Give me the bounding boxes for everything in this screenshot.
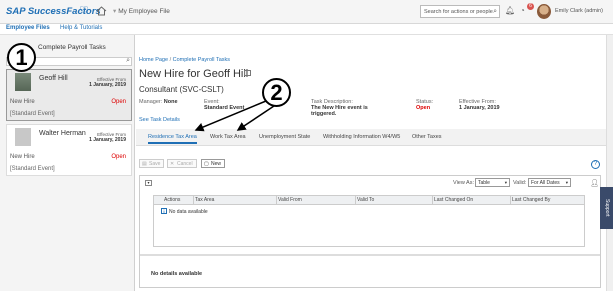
user-name-label: Emily Clark (admin): [555, 8, 603, 14]
manager-field: Manager: None: [139, 99, 178, 105]
column-valid-to[interactable]: Valid To: [357, 197, 374, 203]
user-name-menu[interactable]: Emily Clark (admin): [555, 8, 603, 14]
chevron-down-icon: ▾: [565, 180, 568, 185]
breadcrumb-home-link[interactable]: Home Page: [139, 57, 168, 63]
new-button-label: New: [211, 161, 222, 167]
notification-badge: 6: [527, 3, 534, 10]
heart-icon[interactable]: ♡: [79, 4, 91, 18]
personalize-icon[interactable]: 👤︎: [590, 179, 599, 187]
tax-area-panel: ▾ View As: Table ▾ Valid: For All Dates ▾ …: [139, 175, 601, 288]
nav-employee-files[interactable]: Employee Files: [6, 25, 50, 31]
global-search-input[interactable]: Search for actions or people ⌕: [420, 5, 500, 18]
task-description-line2: triggered.: [311, 111, 337, 117]
home-icon[interactable]: [96, 6, 107, 16]
nav-help-tutorials[interactable]: Help & Tutorials: [60, 25, 102, 31]
effective-from-value: 1 January, 2019: [459, 105, 500, 111]
card-view-icon[interactable]: [244, 70, 251, 76]
search-icon[interactable]: ⌕: [126, 57, 130, 65]
valid-value: For All Dates: [531, 180, 560, 186]
employee-photo: [15, 73, 31, 91]
tax-area-grid: Actions Tax Area Valid From Valid To Las…: [153, 195, 585, 247]
info-icon: i: [161, 208, 167, 214]
page-title: New Hire for Geoff Hill: [139, 68, 249, 80]
view-as-label: View As:: [453, 180, 474, 186]
no-data-text: No data available: [169, 209, 208, 215]
task-status: Open: [111, 154, 126, 160]
help-icon[interactable]: ?: [591, 160, 600, 169]
new-button[interactable]: ▢ New: [201, 159, 226, 168]
tab-other-taxes[interactable]: Other Taxes: [412, 134, 442, 140]
task-list-title: Complete Payroll Tasks: [38, 44, 106, 51]
cancel-icon: ✕: [170, 161, 175, 167]
top-header-bar: SAP SuccessFactors ♡ ▾ My Employee File S…: [0, 0, 613, 24]
sub-navigation: Employee Files Help & Tutorials: [0, 24, 613, 35]
manager-label: Manager:: [139, 99, 163, 105]
event-value: Standard Event: [204, 105, 245, 111]
valid-label: Valid:: [513, 180, 527, 186]
task-type: New Hire: [10, 99, 35, 105]
status-field: Status: Open: [416, 99, 433, 111]
manager-value: None: [163, 99, 178, 105]
column-actions[interactable]: Actions: [164, 197, 180, 203]
bell-icon[interactable]: 🔔︎: [505, 6, 515, 15]
tax-tabs: Residence Tax Area Work Tax Area Unemplo…: [136, 129, 606, 146]
tab-work-tax-area[interactable]: Work Tax Area: [210, 134, 246, 140]
main-content: Home Page / Complete Payroll Tasks New H…: [136, 35, 606, 291]
save-icon: ▤: [142, 161, 147, 167]
view-as-select[interactable]: Table ▾: [475, 178, 510, 187]
effective-from-field: Effective From: 1 January, 2019: [459, 99, 500, 111]
module-selector-label: My Employee File: [118, 8, 170, 15]
view-as-value: Table: [478, 180, 490, 186]
no-details-text: No details available: [151, 271, 203, 277]
task-list-panel: Complete Payroll Tasks ⌕ Geoff Hill Effe…: [0, 35, 135, 291]
breadcrumb-current[interactable]: Complete Payroll Tasks: [173, 57, 230, 63]
employee-photo-placeholder: [15, 128, 31, 146]
task-event: [Standard Event]: [10, 166, 55, 172]
task-type: New Hire: [10, 154, 35, 160]
chevron-down-icon: ▾: [504, 180, 507, 185]
save-button-label: Save: [149, 161, 161, 167]
column-valid-from[interactable]: Valid From: [278, 197, 302, 203]
task-description-field: Task Description: The New Hire event is …: [311, 99, 368, 117]
breadcrumb: Home Page / Complete Payroll Tasks: [139, 57, 230, 63]
new-icon: ▢: [204, 161, 209, 167]
valid-select[interactable]: For All Dates ▾: [528, 178, 571, 187]
cancel-button-label: Cancel: [177, 161, 193, 167]
no-data-row: i No data available: [161, 208, 208, 215]
page-scrollbar[interactable]: [606, 35, 613, 291]
see-task-details-link[interactable]: See Task Details: [139, 117, 180, 123]
effective-from-date: 1 January, 2019: [89, 137, 126, 143]
collapse-icon[interactable]: ▾: [145, 180, 152, 186]
user-avatar[interactable]: [537, 4, 551, 19]
task-card-geoff-hill[interactable]: Geoff Hill Effective From 1 January, 201…: [6, 69, 132, 121]
task-event: [Standard Event]: [10, 111, 55, 117]
effective-from-date: 1 January, 2019: [89, 82, 126, 88]
tab-withholding-information[interactable]: Withholding Information W4/W5: [323, 134, 400, 140]
search-icon[interactable]: ⌕: [493, 8, 497, 16]
task-status: Open: [111, 99, 126, 105]
chat-icon[interactable]: ◔: [520, 6, 525, 15]
callout-1: 1: [7, 43, 36, 72]
event-field: Event: Standard Event: [204, 99, 244, 111]
position-subtitle: Consultant (SVC-CSLT): [139, 85, 224, 94]
tab-unemployment-state[interactable]: Unemployment State: [259, 134, 310, 140]
support-tab[interactable]: Support: [600, 187, 613, 229]
panel-splitter[interactable]: [140, 254, 600, 256]
task-card-walter-herman[interactable]: Walter Herman Effective From 1 January, …: [6, 124, 132, 176]
tab-residence-tax-area[interactable]: Residence Tax Area: [148, 134, 197, 144]
column-tax-area[interactable]: Tax Area: [195, 197, 214, 203]
column-last-changed-on[interactable]: Last Changed On: [434, 197, 473, 203]
chevron-down-icon: ▾: [113, 8, 117, 15]
callout-2: 2: [262, 78, 291, 107]
cancel-button[interactable]: ✕ Cancel: [167, 159, 197, 168]
grid-header: Actions Tax Area Valid From Valid To Las…: [154, 196, 584, 205]
save-button[interactable]: ▤ Save: [139, 159, 165, 168]
status-value: Open: [416, 105, 431, 111]
global-search-placeholder: Search for actions or people: [424, 9, 493, 15]
column-last-changed-by[interactable]: Last Changed By: [512, 197, 550, 203]
module-selector[interactable]: ▾ My Employee File: [113, 7, 170, 15]
employee-name: Geoff Hill: [39, 75, 68, 82]
